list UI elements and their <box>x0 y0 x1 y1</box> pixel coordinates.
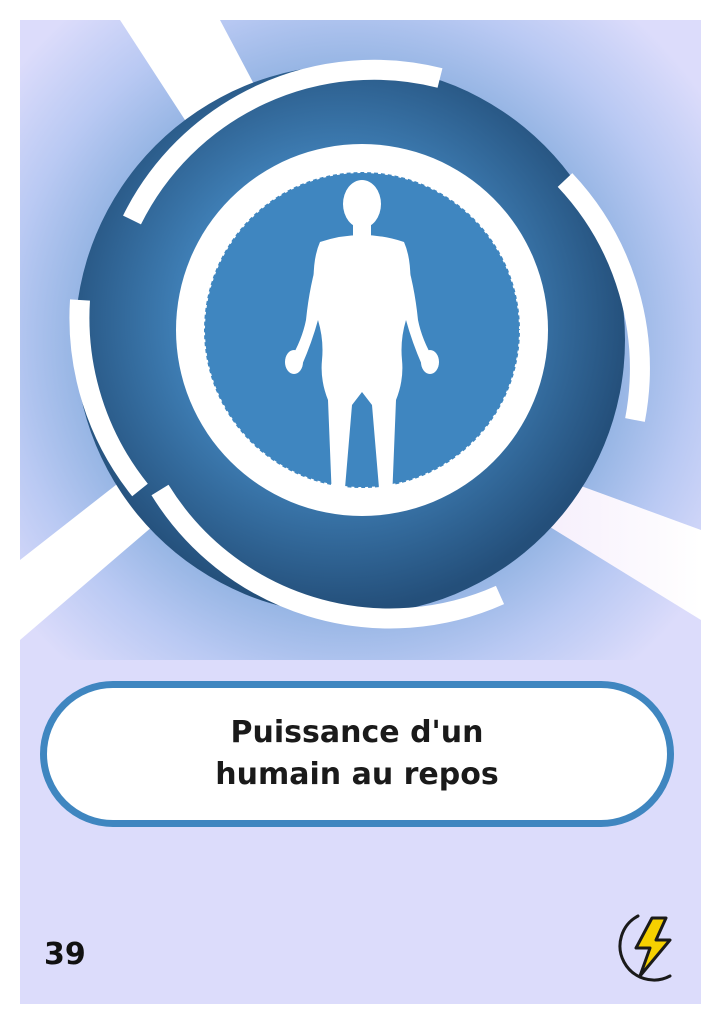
lightning-moon-logo-icon <box>618 914 672 982</box>
card-title-box: Puissance d'un humain au repos <box>40 681 674 827</box>
card-artwork <box>20 20 701 660</box>
card-number: 39 <box>44 937 86 972</box>
card-title: Puissance d'un humain au repos <box>215 712 498 796</box>
card: Puissance d'un humain au repos 39 <box>20 20 701 1004</box>
card-title-line-1: Puissance d'un <box>230 715 484 750</box>
card-title-line-2: humain au repos <box>215 757 499 792</box>
